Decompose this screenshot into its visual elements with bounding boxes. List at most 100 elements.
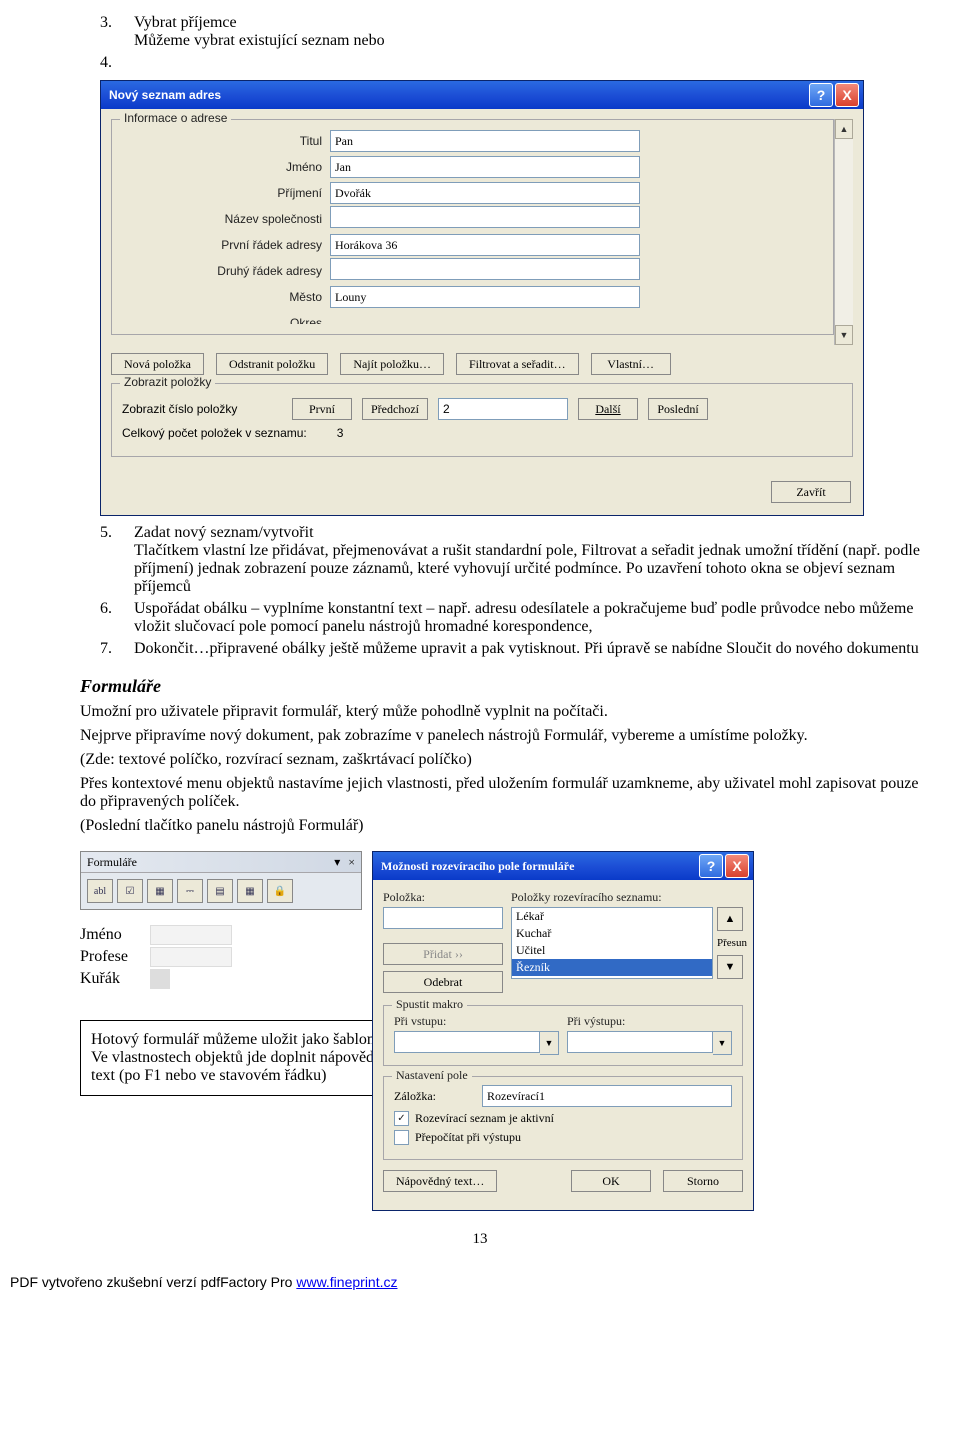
formulare-p2: Nejprve připravíme nový dokument, pak zo… bbox=[80, 727, 920, 745]
label-zobrazit-cislo: Zobrazit číslo položky bbox=[122, 402, 282, 416]
predchozi-button[interactable]: Předchozí bbox=[362, 398, 428, 420]
help-button[interactable]: ? bbox=[809, 83, 833, 107]
label-mesto: Město bbox=[122, 284, 322, 310]
dalsi-button[interactable]: Další bbox=[578, 398, 638, 420]
formulare-toolbar: Formuláře ▾ × abl ☑ ▦ ⎓ ▤ ▦ 🔒 bbox=[80, 851, 362, 910]
input-prijmeni[interactable]: Dvořák bbox=[330, 182, 640, 204]
checkbox-aktivni[interactable]: ✓ bbox=[394, 1111, 409, 1126]
scroll-down-icon[interactable]: ▼ bbox=[835, 325, 853, 345]
dlg2-close-button[interactable]: X bbox=[725, 854, 749, 878]
value-celkem: 3 bbox=[337, 426, 344, 440]
formulare-p1: Umožní pro uživatele připravit formulář,… bbox=[80, 703, 920, 721]
lock-icon[interactable]: 🔒 bbox=[267, 879, 293, 903]
properties-icon[interactable]: ⎓ bbox=[177, 879, 203, 903]
form-field-kurak[interactable] bbox=[150, 969, 170, 989]
formulare-p3: (Zde: textové políčko, rozvírací seznam,… bbox=[80, 751, 920, 769]
odstranit-polozku-button[interactable]: Odstranit položku bbox=[216, 353, 328, 375]
label-spolecnost: Název společnosti bbox=[122, 206, 322, 232]
label-polozka: Položka: bbox=[383, 890, 503, 905]
input-titul[interactable]: Pan bbox=[330, 130, 640, 152]
formulare-p5: (Poslední tlačítko panelu nástrojů Formu… bbox=[80, 817, 920, 835]
checkbox-prepocitat[interactable] bbox=[394, 1130, 409, 1145]
najit-polozku-button[interactable]: Najít položku… bbox=[340, 353, 444, 375]
input-adresa2[interactable] bbox=[330, 258, 640, 280]
label-okres: Okres bbox=[122, 310, 322, 324]
label-presun: Přesun bbox=[717, 937, 743, 949]
input-zalozka[interactable]: Rozevírací1 bbox=[482, 1085, 732, 1107]
formulare-p4: Přes kontextové menu objektů nastavíme j… bbox=[80, 775, 920, 811]
prvni-button[interactable]: První bbox=[292, 398, 352, 420]
move-down-icon[interactable]: ▼ bbox=[717, 955, 743, 979]
fieldset-zobrazit: Zobrazit položky bbox=[120, 375, 215, 389]
dialog-moznosti-pole: Možnosti rozevíracího pole formuláře ? X… bbox=[372, 851, 754, 1211]
item7-text: Dokončit…připravené obálky ještě můžeme … bbox=[134, 640, 920, 658]
list-num-3: 3. bbox=[100, 14, 134, 50]
input-adresa1[interactable]: Horákova 36 bbox=[330, 234, 640, 256]
text-field-icon[interactable]: abl bbox=[87, 879, 113, 903]
form-field-jmeno[interactable] bbox=[150, 925, 232, 945]
select-pri-vstupu[interactable]: ▼ bbox=[394, 1031, 559, 1055]
item5-text: Zadat nový seznam/vytvořit bbox=[134, 524, 314, 541]
checkbox-icon[interactable]: ☑ bbox=[117, 879, 143, 903]
input-jmeno[interactable]: Jan bbox=[330, 156, 640, 178]
shading-icon[interactable]: ▦ bbox=[237, 879, 263, 903]
label-chk-aktivni: Rozevírací seznam je aktivní bbox=[415, 1111, 554, 1126]
odebrat-button[interactable]: Odebrat bbox=[383, 971, 503, 993]
toolbar-close-icon[interactable]: × bbox=[348, 855, 355, 870]
dropdown-icon[interactable]: ▦ bbox=[147, 879, 173, 903]
chevron-down-icon: ▼ bbox=[540, 1031, 559, 1055]
posledni-button[interactable]: Poslední bbox=[648, 398, 708, 420]
label-chk-prepocitat: Přepočítat při výstupu bbox=[415, 1130, 521, 1145]
form-label-profese: Profese bbox=[80, 948, 150, 966]
input-polozka[interactable] bbox=[383, 907, 503, 929]
item6-text: Uspořádat obálku – vyplníme konstantní t… bbox=[134, 600, 920, 636]
vlastni-button[interactable]: Vlastní… bbox=[591, 353, 671, 375]
table-icon[interactable]: ▤ bbox=[207, 879, 233, 903]
storno-button[interactable]: Storno bbox=[663, 1170, 743, 1192]
dialog-title: Nový seznam adres bbox=[105, 88, 807, 102]
label-adresa1: První řádek adresy bbox=[122, 232, 322, 258]
list-num-6: 6. bbox=[100, 600, 134, 636]
select-pri-vystupu[interactable]: ▼ bbox=[567, 1031, 732, 1055]
filtrovat-seradit-button[interactable]: Filtrovat a seřadit… bbox=[456, 353, 579, 375]
label-titul: Titul bbox=[122, 128, 322, 154]
label-prijmeni: Příjmení bbox=[122, 180, 322, 206]
item3-sub: Můžeme vybrat existující seznam nebo bbox=[134, 32, 385, 49]
footer-text: PDF vytvořeno zkušební verzí pdfFactory … bbox=[10, 1274, 296, 1290]
ok-button[interactable]: OK bbox=[571, 1170, 651, 1192]
label-adresa2: Druhý řádek adresy bbox=[122, 258, 322, 284]
item3-text: Vybrat příjemce bbox=[134, 14, 237, 31]
list-item-selected[interactable]: Řezník bbox=[512, 959, 712, 976]
input-mesto[interactable]: Louny bbox=[330, 286, 640, 308]
heading-formulare: Formuláře bbox=[80, 676, 920, 697]
toolbar-dropdown-icon[interactable]: ▾ bbox=[334, 855, 340, 870]
list-num-4: 4. bbox=[100, 54, 134, 72]
dlg2-help-button[interactable]: ? bbox=[699, 854, 723, 878]
label-celkem: Celkový počet položek v seznamu: bbox=[122, 426, 307, 440]
toolbar-title: Formuláře bbox=[87, 855, 334, 870]
label-pri-vstupu: Při vstupu: bbox=[394, 1014, 559, 1029]
listbox-seznam[interactable]: Lékař Kuchař Učitel Řezník bbox=[511, 907, 713, 979]
item5-body: Tlačítkem vlastní lze přidávat, přejmeno… bbox=[134, 542, 920, 595]
cislo-polozky-input[interactable]: 2 bbox=[438, 398, 568, 420]
scroll-up-icon[interactable]: ▲ bbox=[835, 119, 853, 139]
fieldset-info: Informace o adrese bbox=[120, 111, 231, 125]
nova-polozka-button[interactable]: Nová položka bbox=[111, 353, 204, 375]
close-button[interactable]: X bbox=[835, 83, 859, 107]
list-item[interactable]: Lékař bbox=[512, 908, 712, 925]
input-spolecnost[interactable] bbox=[330, 206, 640, 228]
fieldset-makro: Spustit makro bbox=[392, 997, 467, 1012]
form-label-kurak: Kuřák bbox=[80, 970, 150, 988]
form-field-profese[interactable] bbox=[150, 947, 232, 967]
label-jmeno: Jméno bbox=[122, 154, 322, 180]
napovedny-text-button[interactable]: Nápovědný text… bbox=[383, 1170, 497, 1192]
scrollbar[interactable]: ▲ ▼ bbox=[834, 119, 853, 345]
list-item[interactable]: Kuchař bbox=[512, 925, 712, 942]
footer-link[interactable]: www.fineprint.cz bbox=[296, 1274, 397, 1290]
dialog-novy-seznam: Nový seznam adres ? X Informace o adrese… bbox=[100, 80, 864, 516]
pridat-button[interactable]: Přidat ›› bbox=[383, 943, 503, 965]
note-box: Hotový formulář můžeme uložit jako šablo… bbox=[80, 1020, 402, 1096]
zavrit-button[interactable]: Zavřít bbox=[771, 481, 851, 503]
list-item[interactable]: Učitel bbox=[512, 942, 712, 959]
move-up-icon[interactable]: ▲ bbox=[717, 907, 743, 931]
